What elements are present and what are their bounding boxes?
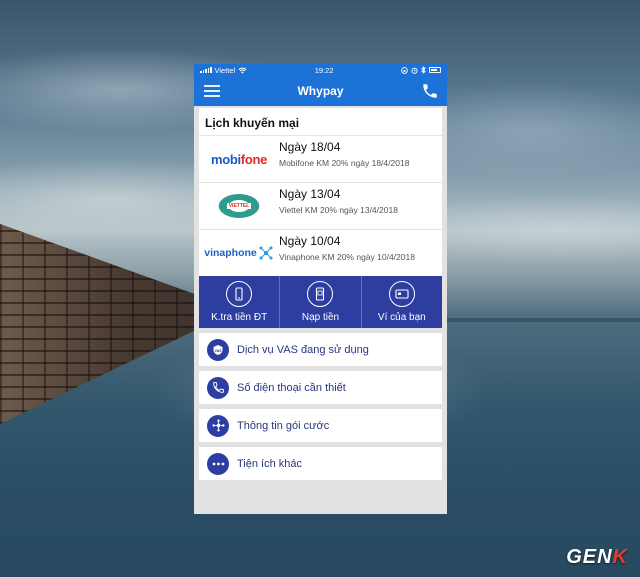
promotion-item-mobifone[interactable]: mobifone Ngày 18/04 Mobifone KM 20% ngày… [199,135,442,182]
top-up-button[interactable]: Nạp tiền [279,276,360,328]
phone-balance-icon [226,281,253,307]
promotion-heading: Lịch khuyến mại [205,116,300,130]
lock-rotation-icon [401,66,408,74]
wallet-label: Ví của bạn [377,312,426,323]
battery-icon [429,67,441,73]
more-dots-icon [207,452,229,475]
wifi-icon [238,67,247,74]
status-bar: Viettel 19:22 [194,64,447,76]
wallet-button[interactable]: Ví của bạn [360,276,442,328]
topup-icon [307,281,334,307]
menu-item-other-utilities[interactable]: Tiện ích khác [199,447,442,480]
app-header: Whypay [194,76,447,106]
svg-text:VAS: VAS [214,348,222,352]
menu-item-plan-info[interactable]: Thông tin gói cước [199,409,442,442]
promotion-description: Viettel KM 20% ngày 13/4/2018 [279,205,398,215]
viettel-logo: VIETTEL [217,193,261,219]
menu-label: Số điện thoại cần thiết [237,381,346,394]
network-nodes-icon [207,414,229,437]
wallet-card-icon [388,281,415,307]
vinaphone-logo: vinaphone [204,245,274,261]
quick-actions: K.tra tiền ĐT Nạp tiền Ví của bạn [199,276,442,328]
vas-shield-icon: VAS [207,338,229,361]
alarm-icon [411,67,418,74]
genk-watermark: GENK [566,546,628,568]
promotion-date: Ngày 13/04 [279,187,341,201]
call-phone-icon[interactable] [421,82,439,100]
carrier-name: Viettel [214,65,236,75]
menu-item-vas-services[interactable]: VAS Dịch vụ VAS đang sử dụng [199,333,442,366]
mobifone-logo: mobifone [210,151,268,167]
promotion-item-vinaphone[interactable]: vinaphone Ngày 10/04 Vinaphone KM 20% ng… [199,229,442,276]
promotion-date: Ngày 10/04 [279,234,341,248]
check-balance-label: K.tra tiền ĐT [211,312,268,323]
menu-label: Dịch vụ VAS đang sử dụng [237,343,369,356]
promotion-description: Mobifone KM 20% ngày 18/4/2018 [279,158,410,168]
promotion-calendar: Lịch khuyến mại mobifone Ngày 18/04 Mobi… [199,108,442,276]
menu-label: Thông tin gói cước [237,419,330,432]
phone-app-window: Viettel 19:22 Whypay Lịch khuyến mại mob… [194,64,447,514]
promotion-date: Ngày 18/04 [279,140,341,154]
app-title: Whypay [297,84,344,98]
phone-call-icon [207,376,229,399]
menu-label: Tiện ích khác [237,457,303,470]
clock: 19:22 [314,65,334,75]
promotion-item-viettel[interactable]: VIETTEL Ngày 13/04 Viettel KM 20% ngày 1… [199,182,442,229]
menu-item-important-numbers[interactable]: Số điện thoại cần thiết [199,371,442,404]
check-balance-button[interactable]: K.tra tiền ĐT [199,276,279,328]
top-up-label: Nạp tiền [301,312,340,323]
promotion-description: Vinaphone KM 20% ngày 10/4/2018 [279,252,415,262]
bluetooth-icon [421,66,426,74]
menu-hamburger-icon[interactable] [204,85,220,97]
signal-icon [200,67,212,73]
